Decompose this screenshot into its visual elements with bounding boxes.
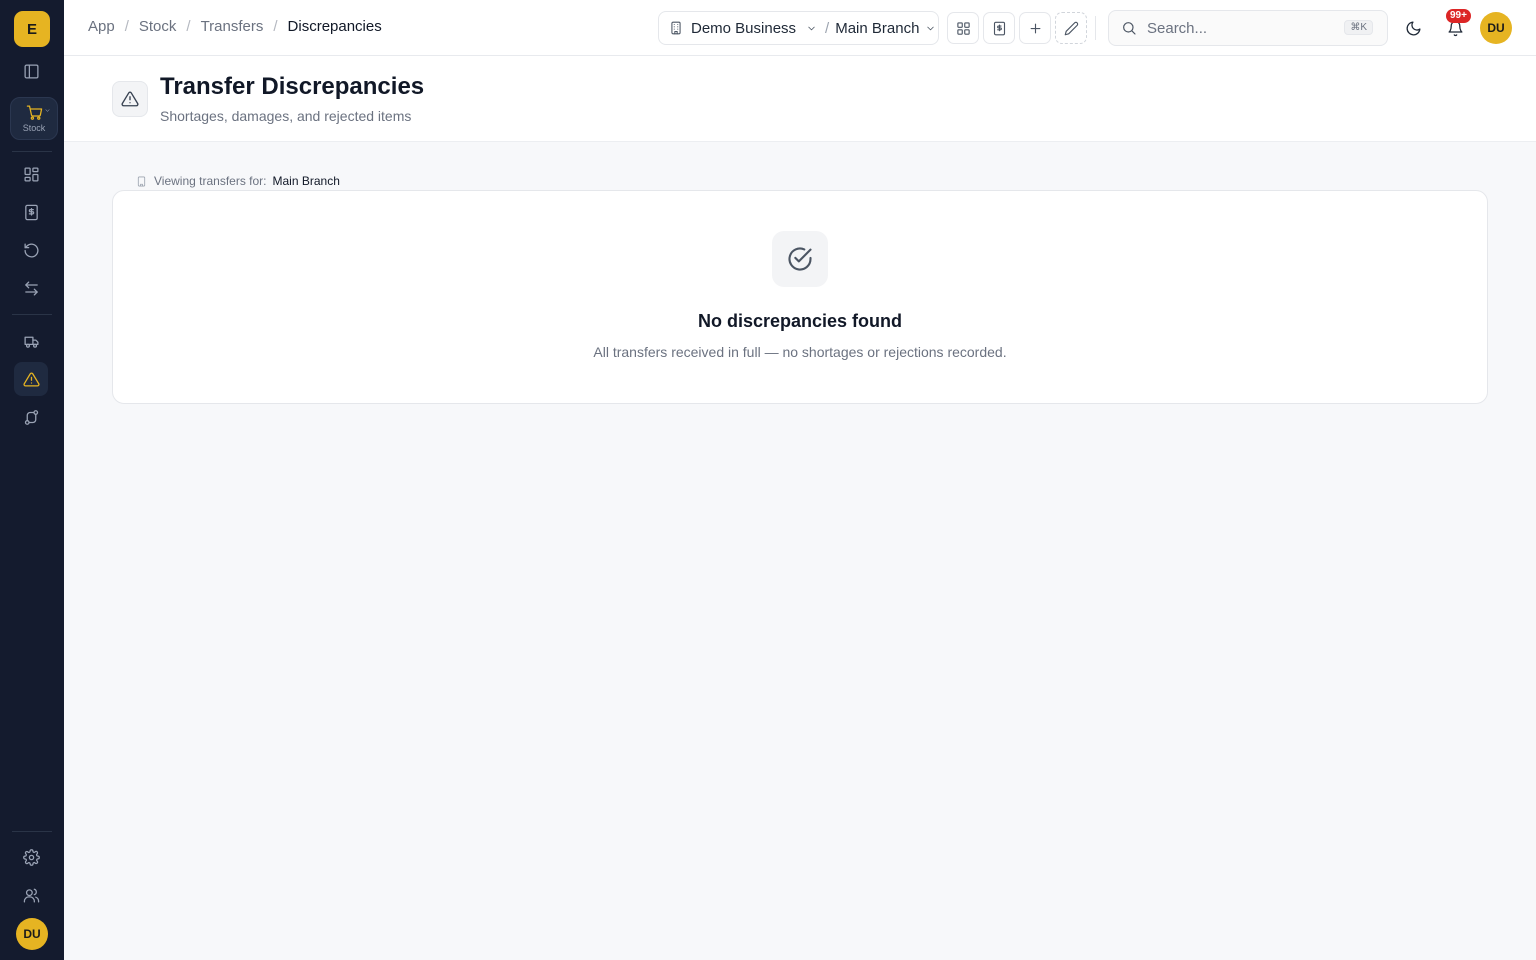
shopping-cart-icon — [26, 105, 42, 120]
page-icon — [112, 81, 148, 117]
sidebar-item-history[interactable] — [14, 233, 48, 267]
panel-toggle-icon — [23, 63, 39, 79]
module-label: Stock — [22, 123, 46, 133]
sidebar-item-dashboard[interactable] — [14, 157, 48, 191]
sidebar-item-users[interactable] — [14, 878, 48, 912]
sidebar-item-receipts[interactable] — [14, 195, 48, 229]
receipt-icon — [993, 21, 1005, 35]
truck-icon — [23, 336, 39, 348]
sidebar: E Stock DU — [0, 0, 64, 960]
pencil-icon — [1064, 21, 1078, 35]
breadcrumb-item-stock[interactable]: Stock — [139, 18, 177, 35]
selector-separator: / — [825, 19, 830, 37]
viewing-branch-name: Main Branch — [272, 174, 340, 188]
chevron-down-icon — [927, 26, 935, 30]
moon-icon — [1406, 20, 1421, 35]
sidebar-item-transfers[interactable] — [14, 271, 48, 305]
sidebar-divider — [12, 151, 52, 152]
plus-icon — [1030, 23, 1040, 33]
breadcrumb-item-transfers[interactable]: Transfers — [201, 18, 264, 35]
breadcrumb-separator: / — [273, 18, 278, 35]
alert-triangle-icon — [121, 91, 139, 107]
chevron-down-icon — [808, 26, 815, 30]
circle-check-icon — [788, 247, 812, 271]
settings-gear-icon — [22, 848, 40, 866]
sidebar-toggle-button[interactable] — [14, 54, 48, 88]
notification-badge: 99+ — [1446, 9, 1471, 23]
apps-grid-icon — [956, 21, 970, 35]
business-name: Demo Business — [691, 19, 797, 37]
search-input[interactable] — [1147, 19, 1337, 37]
sidebar-divider — [12, 831, 52, 832]
create-new-button[interactable] — [1019, 12, 1051, 44]
sidebar-item-routes[interactable] — [14, 400, 48, 434]
business-branch-selector[interactable]: Demo Business / Main Branch — [658, 11, 939, 45]
search-icon — [1123, 22, 1136, 35]
viewing-branch-info: Viewing transfers for: Main Branch — [136, 174, 340, 188]
theme-toggle-button[interactable] — [1401, 16, 1425, 40]
branch-name: Main Branch — [835, 19, 920, 37]
route-icon — [24, 409, 38, 425]
receipt-icon — [24, 204, 38, 220]
module-switcher-stock[interactable]: Stock — [10, 97, 58, 140]
empty-state-title: No discrepancies found — [697, 311, 903, 331]
transfer-arrows-icon — [24, 280, 38, 296]
app-logo[interactable]: E — [14, 11, 50, 47]
topbar-divider — [1095, 16, 1096, 40]
building-icon — [671, 21, 681, 35]
breadcrumb-item-app[interactable]: App — [88, 18, 115, 35]
breadcrumb: App / Stock / Transfers / Discrepancies — [88, 18, 382, 35]
users-icon — [23, 888, 39, 903]
page-title: Transfer Discrepancies — [160, 73, 425, 100]
empty-state-description: All transfers received in full — no shor… — [593, 344, 1007, 360]
sidebar-item-shipments[interactable] — [14, 324, 48, 358]
chevron-down-icon — [45, 109, 50, 112]
breadcrumb-separator: / — [124, 18, 129, 35]
page-header: Transfer Discrepancies Shortages, damage… — [64, 56, 1536, 142]
alert-triangle-icon — [22, 371, 40, 387]
user-avatar[interactable]: DU — [16, 918, 48, 950]
search-box[interactable]: ⌘K — [1108, 10, 1388, 46]
history-icon — [23, 242, 38, 258]
viewing-label: Viewing transfers for: — [154, 174, 267, 188]
page-subtitle: Shortages, damages, and rejected items — [160, 108, 412, 124]
building-icon — [137, 176, 146, 186]
empty-state-icon — [772, 231, 828, 287]
edit-button[interactable] — [1055, 12, 1087, 44]
user-avatar[interactable]: DU — [1480, 12, 1512, 44]
breadcrumb-separator: / — [186, 18, 191, 35]
discrepancies-empty-state: No discrepancies found All transfers rec… — [112, 190, 1488, 404]
sidebar-divider — [12, 314, 52, 315]
search-shortcut: ⌘K — [1344, 20, 1373, 35]
sidebar-item-discrepancies[interactable] — [14, 362, 48, 396]
topbar: App / Stock / Transfers / Discrepancies … — [64, 0, 1536, 56]
breadcrumb-item-current: Discrepancies — [287, 18, 382, 35]
sidebar-item-settings[interactable] — [14, 840, 48, 874]
apps-grid-button[interactable] — [947, 12, 979, 44]
dashboard-grid-icon — [23, 166, 39, 182]
invoice-button[interactable] — [983, 12, 1015, 44]
